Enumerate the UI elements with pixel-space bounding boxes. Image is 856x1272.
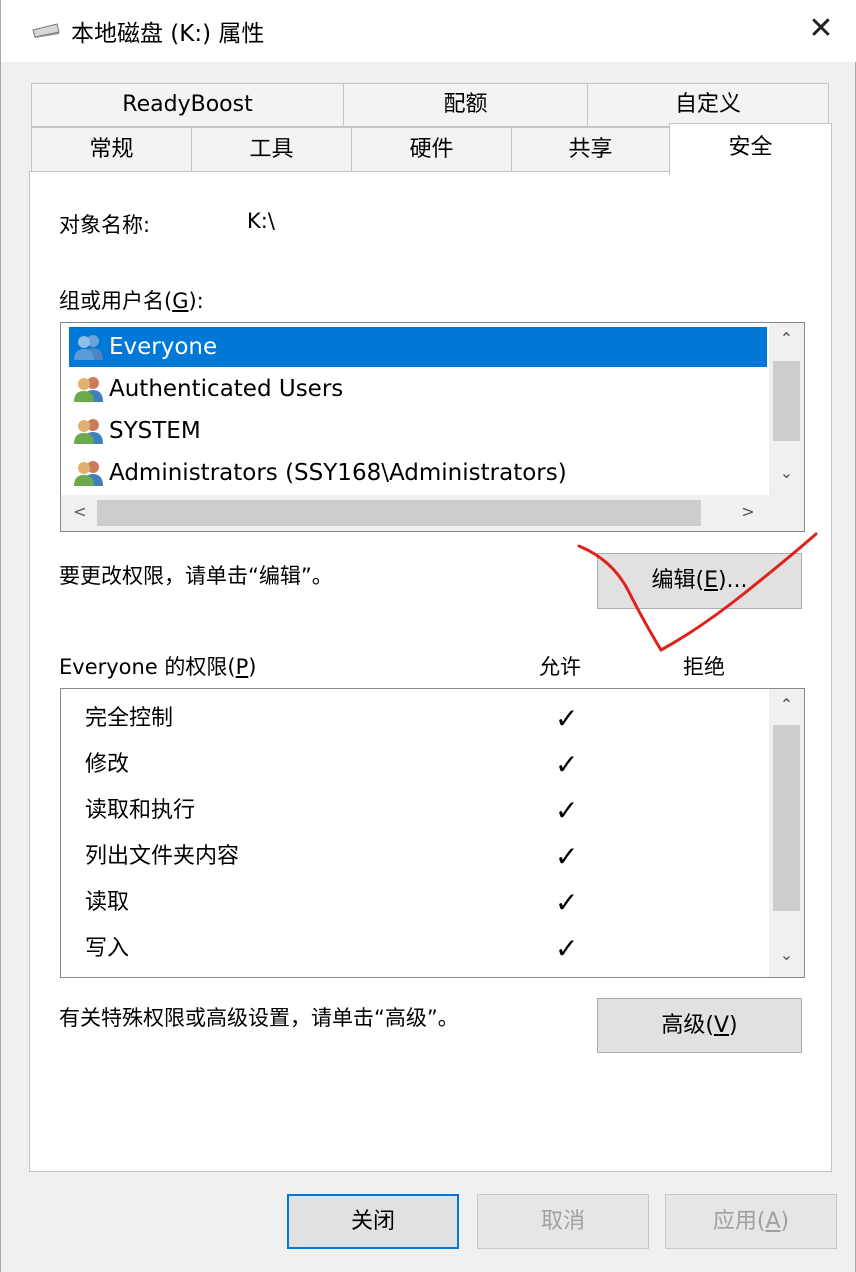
cancel-button[interactable]: 取消 (477, 1194, 649, 1249)
apply-button[interactable]: 应用(A) (665, 1194, 837, 1249)
scroll-down-arrow-icon[interactable]: ⌄ (769, 463, 804, 482)
group-name: Authenticated Users (109, 376, 344, 402)
group-name: Everyone (109, 334, 218, 360)
tab-sharing[interactable]: 共享 (511, 127, 670, 173)
groups-vscroll-thumb[interactable] (773, 361, 800, 441)
tab-general[interactable]: 常规 (31, 127, 192, 173)
close-window-button[interactable]: ✕ (796, 8, 846, 52)
users-icon (73, 459, 105, 500)
allow-column-header: 允许 (539, 655, 581, 679)
users-icon (73, 333, 105, 374)
edit-button-accesskey: E (704, 568, 718, 593)
permissions-vertical-scrollbar[interactable]: ⌃ ⌄ (769, 689, 804, 977)
users-icon (73, 375, 105, 416)
object-name-value: K:\ (247, 209, 275, 233)
deny-column-header: 拒绝 (683, 655, 725, 679)
apply-button-text: 应用( (712, 1209, 766, 1234)
permission-row: 完全控制 ✓ (85, 696, 785, 742)
apply-button-accesskey: A (765, 1209, 781, 1234)
tab-tools[interactable]: 工具 (191, 127, 352, 173)
allow-check-icon: ✓ (555, 886, 579, 919)
tab-label: 自定义 (674, 92, 741, 117)
scroll-down-arrow-icon[interactable]: ⌄ (769, 945, 804, 964)
allow-check-icon: ✓ (555, 702, 579, 735)
window-title: 本地磁盘 (K:) 属性 (71, 21, 265, 47)
tab-label: ReadyBoost (122, 92, 253, 117)
permission-name: 读取 (85, 890, 130, 915)
advanced-hint-text: 有关特殊权限或高级设置，请单击“高级”。 (59, 1006, 459, 1030)
groups-label: 组或用户名(G): (59, 285, 204, 315)
edit-hint-text: 要更改权限，请单击“编辑”。 (59, 564, 333, 588)
tab-label: 配额 (443, 92, 488, 117)
groups-hscroll-thumb[interactable] (97, 500, 701, 526)
scroll-right-arrow-icon[interactable]: > (733, 502, 763, 521)
advanced-button-text: 高级( (661, 1013, 714, 1038)
tab-label: 硬件 (409, 137, 454, 162)
allow-check-icon: ✓ (555, 748, 579, 781)
tab-hardware[interactable]: 硬件 (351, 127, 512, 173)
cancel-button-label: 取消 (540, 1209, 585, 1234)
tab-label: 工具 (249, 137, 294, 162)
permission-name: 读取和执行 (85, 798, 196, 823)
close-button-label: 关闭 (350, 1209, 395, 1234)
edit-permissions-button[interactable]: 编辑(E)... (597, 553, 802, 609)
permission-row: 写入 ✓ (85, 926, 785, 972)
permission-row: 修改 ✓ (85, 742, 785, 788)
title-bar: 本地磁盘 (K:) 属性 ✕ (1, 0, 856, 62)
advanced-button-suffix: ) (729, 1013, 738, 1038)
permission-name: 修改 (85, 752, 130, 777)
tab-label: 共享 (568, 137, 613, 162)
users-icon (73, 417, 105, 458)
tab-quota[interactable]: 配额 (343, 83, 588, 127)
groups-label-text: 组或用户名( (59, 289, 173, 313)
tab-customize[interactable]: 自定义 (587, 83, 829, 127)
permissions-vscroll-thumb[interactable] (773, 725, 800, 911)
permission-name: 完全控制 (85, 706, 174, 731)
permission-row: 读取和执行 ✓ (85, 788, 785, 834)
groups-listbox[interactable]: Everyone Authenticated Users SYSTEM Admi… (60, 322, 805, 532)
permission-row: 读取 ✓ (85, 880, 785, 926)
permission-name: 列出文件夹内容 (85, 844, 240, 869)
tab-label: 常规 (89, 137, 134, 162)
group-item-everyone[interactable]: Everyone (69, 327, 767, 367)
allow-check-icon: ✓ (555, 932, 579, 965)
tab-security[interactable]: 安全 (669, 123, 832, 175)
groups-label-suffix: ): (188, 289, 204, 313)
group-item-system[interactable]: SYSTEM (69, 411, 767, 451)
groups-vertical-scrollbar[interactable]: ⌃ ⌄ (769, 323, 804, 495)
close-icon: ✕ (808, 11, 834, 46)
scroll-up-arrow-icon[interactable]: ⌃ (769, 695, 804, 714)
advanced-button[interactable]: 高级(V) (597, 998, 802, 1053)
scroll-left-arrow-icon[interactable]: < (65, 502, 95, 521)
drive-icon (31, 22, 61, 42)
properties-dialog: 本地磁盘 (K:) 属性 ✕ ReadyBoost 配额 自定义 常规 工具 硬… (0, 0, 856, 1272)
scroll-up-arrow-icon[interactable]: ⌃ (769, 329, 804, 348)
edit-button-suffix: )... (717, 568, 748, 593)
allow-check-icon: ✓ (555, 794, 579, 827)
advanced-button-accesskey: V (713, 1013, 730, 1038)
permissions-label-accesskey: P (235, 655, 249, 679)
group-name: Administrators (SSY168\Administrators) (109, 460, 567, 486)
permissions-label-suffix: ) (248, 655, 257, 679)
close-button[interactable]: 关闭 (287, 1194, 459, 1249)
group-item-administrators[interactable]: Administrators (SSY168\Administrators) (69, 453, 767, 493)
permissions-label-text: Everyone 的权限( (59, 655, 236, 679)
permissions-list[interactable]: 完全控制 ✓ 修改 ✓ 读取和执行 ✓ 列出文件夹内容 ✓ 读取 ✓ 写入 ✓ … (60, 688, 805, 978)
apply-button-suffix: ) (780, 1209, 790, 1234)
permissions-label: Everyone 的权限(P) (59, 651, 257, 681)
tab-label: 安全 (728, 135, 773, 160)
object-name-label: 对象名称: (59, 213, 151, 237)
allow-check-icon: ✓ (555, 840, 579, 873)
groups-label-accesskey: G (172, 289, 189, 313)
tab-readyboost[interactable]: ReadyBoost (31, 83, 344, 127)
group-name: SYSTEM (109, 418, 201, 444)
edit-button-text: 编辑( (651, 568, 705, 593)
permission-row: 列出文件夹内容 ✓ (85, 834, 785, 880)
permission-name: 写入 (85, 936, 130, 961)
groups-horizontal-scrollbar[interactable]: < > (61, 495, 804, 531)
group-item-authenticated-users[interactable]: Authenticated Users (69, 369, 767, 409)
